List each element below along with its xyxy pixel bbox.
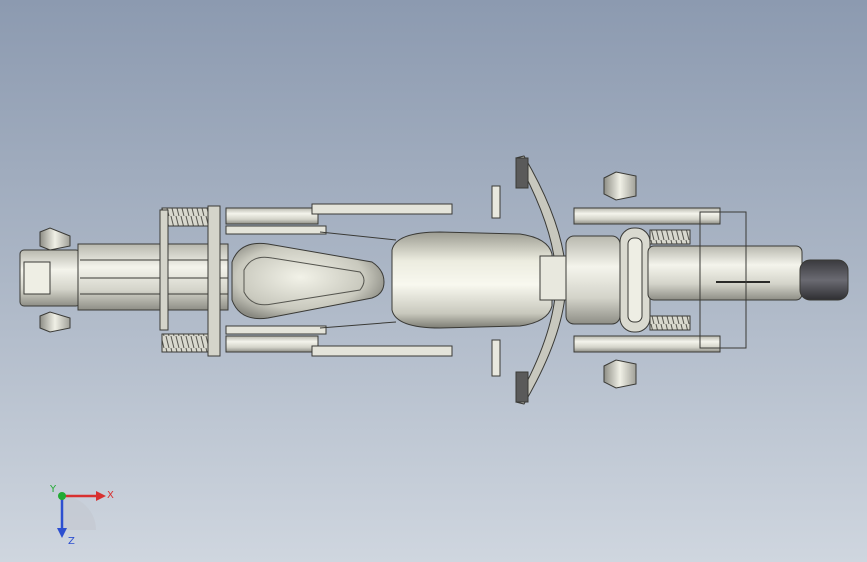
triad-y-label: Y [49, 484, 57, 495]
cad-viewport[interactable]: X Y Z [0, 0, 867, 562]
front-fork-right[interactable] [573, 335, 721, 353]
front-left-turn-signal[interactable] [603, 171, 637, 201]
front-fork-left[interactable] [573, 207, 721, 225]
triad-x-label: X [107, 490, 114, 501]
rear-tail-light[interactable] [23, 261, 51, 295]
swingarm-right[interactable] [225, 335, 319, 353]
handlebar-left-grip[interactable] [515, 157, 529, 189]
front-right-turn-signal[interactable] [603, 359, 637, 389]
handlebar-right-grip[interactable] [515, 371, 529, 403]
fuel-tank[interactable] [391, 231, 553, 329]
triad-z-label: Z [68, 536, 75, 547]
motorcycle-model-top-view[interactable] [0, 0, 867, 562]
rear-left-turn-signal[interactable] [39, 227, 71, 251]
front-fender[interactable] [647, 245, 803, 301]
headlight-housing[interactable] [565, 235, 621, 325]
rear-frame-tube[interactable] [77, 243, 229, 311]
swingarm-left[interactable] [225, 207, 319, 225]
seat[interactable] [231, 242, 385, 320]
front-tire[interactable] [799, 259, 849, 301]
coordinate-triad: X Y Z [49, 484, 114, 547]
rear-right-turn-signal[interactable] [39, 311, 71, 333]
